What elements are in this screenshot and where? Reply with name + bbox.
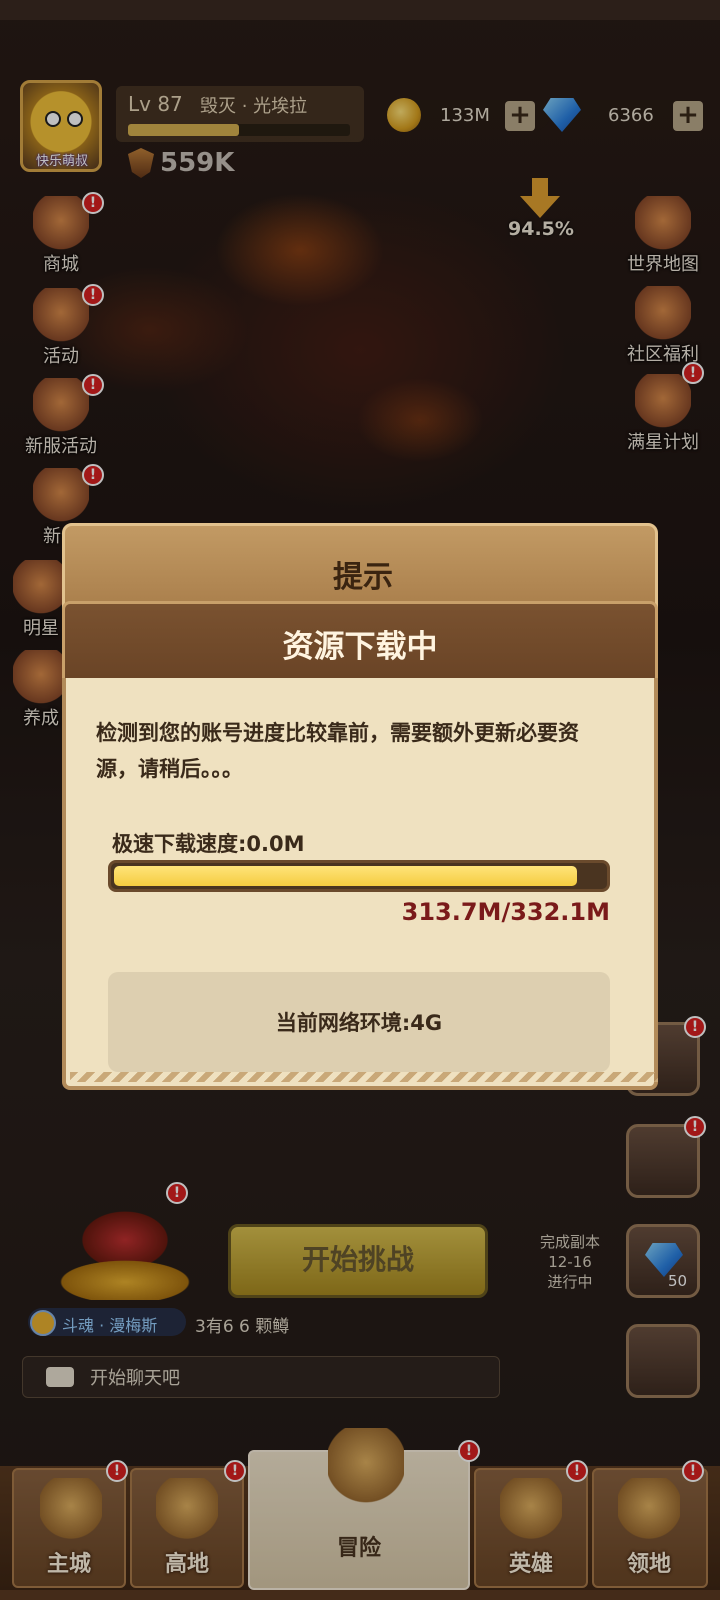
dialog-title: 提示 — [333, 560, 393, 595]
download-speed: 极速下载速度:0.0M — [112, 832, 305, 856]
decorative-border — [70, 1072, 658, 1082]
dialog-title-bar: 提示 — [62, 523, 658, 613]
dialog-subtitle: 资源下载中 — [282, 629, 438, 665]
download-progress-text: 313.7M/332.1M — [401, 898, 610, 926]
download-progress-fill — [114, 866, 578, 886]
download-progress-bar — [108, 860, 610, 892]
network-status: 当前网络环境:4G — [275, 1011, 443, 1035]
dialog-message: 检测到您的账号进度比较靠前，需要额外更新必要资源，请稍后。。。 — [96, 721, 579, 781]
